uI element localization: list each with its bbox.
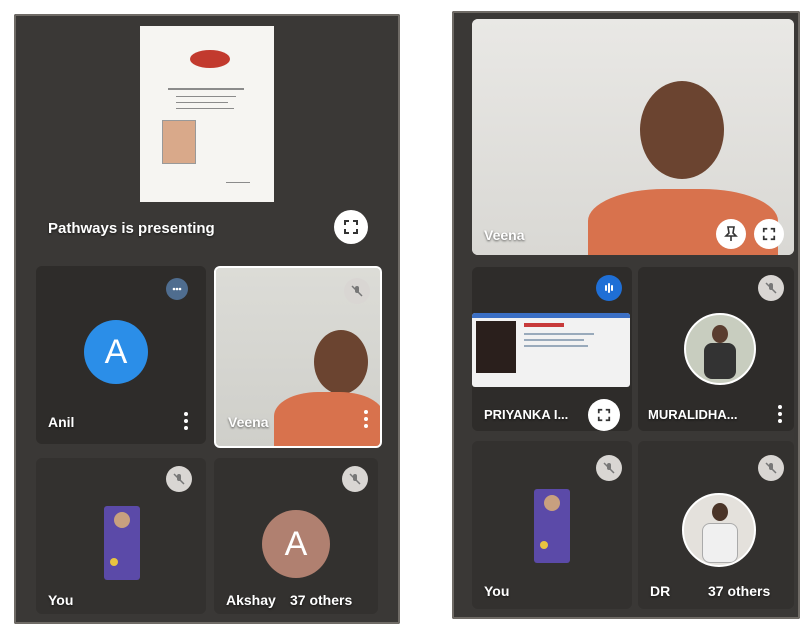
fullscreen-icon — [597, 408, 611, 422]
slide-photo — [162, 120, 196, 164]
featured-participant-veena[interactable]: Veena — [472, 19, 794, 255]
mic-off-icon — [351, 285, 363, 297]
avatar: A — [84, 320, 148, 384]
participant-tile-dr[interactable]: DR 37 others — [638, 441, 794, 609]
video-person — [314, 330, 368, 394]
muted-indicator — [166, 466, 192, 492]
participant-name: Veena — [228, 414, 269, 430]
muted-indicator — [758, 455, 784, 481]
fullscreen-icon — [344, 220, 358, 234]
avatar — [682, 493, 756, 567]
muted-indicator — [596, 455, 622, 481]
others-count[interactable]: 37 others — [708, 583, 770, 599]
slide-logo — [190, 50, 230, 68]
participant-name: You — [48, 592, 74, 608]
fullscreen-icon — [762, 227, 776, 241]
avatar: A — [262, 510, 330, 578]
video-person — [640, 81, 724, 179]
avatar — [684, 313, 756, 385]
more-options-icon[interactable] — [364, 410, 368, 428]
participant-name: Anil — [48, 414, 75, 430]
participant-tile-you[interactable]: You — [472, 441, 632, 609]
speaking-indicator — [596, 275, 622, 301]
audio-indicator — [166, 278, 188, 300]
participant-tile-you[interactable]: You — [36, 458, 206, 614]
participant-name: You — [484, 583, 510, 599]
audio-wave-icon — [605, 283, 613, 293]
muted-indicator — [758, 275, 784, 301]
participant-name: Akshay — [226, 592, 276, 608]
fullscreen-button[interactable] — [754, 219, 784, 249]
pin-button[interactable] — [716, 219, 746, 249]
muted-indicator — [342, 466, 368, 492]
presenting-label: Pathways is presenting — [48, 220, 215, 237]
pin-icon — [724, 226, 738, 241]
mic-off-icon — [603, 462, 615, 474]
participant-name: DR — [650, 583, 671, 599]
participant-name: MURALIDHA... — [648, 407, 738, 422]
mic-off-icon — [765, 462, 777, 474]
audio-dots-icon — [172, 287, 182, 291]
mic-off-icon — [349, 473, 361, 485]
participant-tile-akshay[interactable]: A Akshay 37 others — [214, 458, 378, 614]
participant-tile-muralidha[interactable]: MURALIDHA... — [638, 267, 794, 431]
fullscreen-button[interactable] — [588, 399, 620, 431]
presentation-slide[interactable] — [140, 26, 274, 202]
more-options-icon[interactable] — [778, 405, 782, 423]
right-call-screen: Veena PRIYANKA I... MURALIDHA... You DR … — [452, 11, 800, 619]
self-photo — [104, 506, 140, 580]
participant-tile-priyanka[interactable]: PRIYANKA I... — [472, 267, 632, 431]
mic-off-icon — [765, 282, 777, 294]
shared-screen-preview — [472, 313, 630, 387]
muted-indicator — [344, 278, 370, 304]
participant-name: PRIYANKA I... — [484, 407, 569, 422]
left-call-screen: Pathways is presenting A Anil Veena You … — [14, 14, 400, 624]
fullscreen-button[interactable] — [334, 210, 368, 244]
mic-off-icon — [173, 473, 185, 485]
self-photo — [534, 489, 570, 563]
others-count[interactable]: 37 others — [290, 592, 352, 608]
more-options-icon[interactable] — [184, 412, 188, 430]
participant-name: Veena — [484, 227, 525, 243]
participant-tile-veena[interactable]: Veena — [214, 266, 382, 448]
participant-tile-anil[interactable]: A Anil — [36, 266, 206, 444]
